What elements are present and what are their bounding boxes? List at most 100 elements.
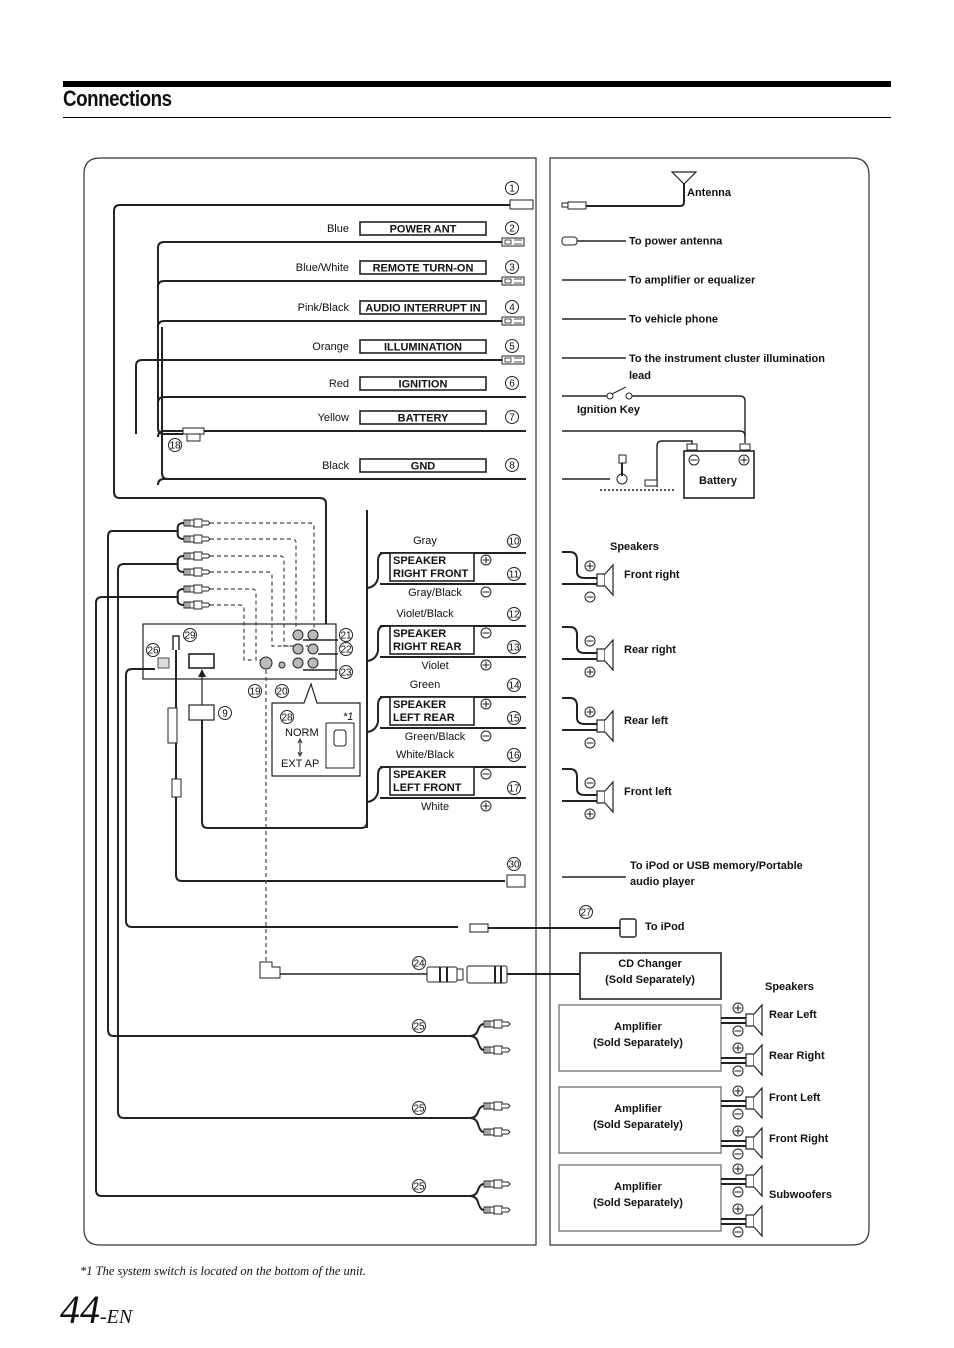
speaker-box-label: SPEAKER: [393, 555, 446, 567]
polarity-icon: [584, 635, 596, 647]
polarity-icon: [732, 1065, 744, 1077]
speaker-icon: [596, 710, 614, 742]
wire-color-label: Orange: [312, 341, 349, 353]
amplifier-label: Amplifier: [614, 1021, 662, 1033]
amp-speakers-title: Speakers: [765, 981, 814, 993]
fuse-holder: [182, 427, 205, 435]
speaker-icon: [596, 564, 614, 596]
polarity-icon: [732, 1163, 744, 1175]
svg-text:25: 25: [413, 1022, 425, 1033]
speaker-wire-color: Gray: [413, 535, 437, 547]
polarity-icon: [480, 800, 492, 812]
wire-color-label: Blue/White: [296, 262, 349, 274]
lead-connector-icon: [501, 237, 525, 247]
power-antenna-label: To power antenna: [629, 236, 723, 248]
polarity-icon: [732, 1085, 744, 1097]
speaker-wire-color: Violet: [421, 660, 448, 672]
speaker-label: Rear left: [624, 715, 668, 727]
page-number-suffix: -EN: [100, 1306, 133, 1328]
speaker-wire-color: Green: [410, 679, 441, 691]
polarity-icon: [480, 659, 492, 671]
jack-num-22: 22: [339, 642, 353, 656]
usb-plug-30: [506, 874, 526, 888]
ipod-usb-label-1: To iPod or USB memory/Portable: [630, 860, 803, 872]
rca-plug-icon: [483, 1127, 511, 1137]
svg-text:5: 5: [509, 342, 515, 353]
svg-text:9: 9: [222, 709, 228, 720]
lead-connector-icon: [501, 355, 525, 365]
speaker-icon: [745, 1127, 763, 1159]
speaker-label: Rear right: [624, 644, 676, 656]
speaker-box-label: SPEAKER: [393, 628, 446, 640]
lead-8: Black GND 8: [157, 458, 526, 486]
speaker-wire-color: White: [421, 801, 449, 813]
polarity-icon: [584, 777, 596, 789]
lead-3: Blue/White REMOTE TURN-ON 3: [157, 260, 525, 288]
lead-connector-icon: [501, 316, 525, 326]
lead-num-12: 12: [507, 607, 521, 621]
speakers-title: Speakers: [610, 541, 659, 553]
lead-connector-icon: [501, 276, 525, 286]
amp-speaker-label: Front Left: [769, 1092, 821, 1104]
lead-num-18: 18: [168, 438, 182, 452]
svg-text:7: 7: [509, 413, 515, 424]
svg-text:19: 19: [249, 687, 261, 698]
rca-plug-icon: [483, 1019, 511, 1029]
svg-text:28: 28: [281, 713, 293, 724]
amplifier-label: Amplifier: [614, 1181, 662, 1193]
lead-num-16: 16: [507, 748, 521, 762]
speaker-label: Front left: [624, 786, 672, 798]
lead-num-5: 5: [505, 339, 519, 353]
speaker-3: Front left: [562, 768, 672, 820]
antenna-plug-1: [509, 199, 534, 210]
lead-num-25: 25: [412, 1101, 426, 1115]
amp-speaker-label: Subwoofers: [769, 1189, 832, 1201]
svg-text:18: 18: [169, 441, 181, 452]
speaker-icon: [745, 1044, 763, 1076]
lead-num-25: 25: [412, 1019, 426, 1033]
polarity-icon: [732, 1042, 744, 1054]
jack-num-23: 23: [339, 665, 353, 679]
lead-4: Pink/Black AUDIO INTERRUPT IN 4: [157, 300, 525, 328]
speaker-icon: [596, 639, 614, 671]
ground-screw-icon: [616, 454, 628, 485]
rca-plug-icon: [483, 1101, 511, 1111]
svg-text:8: 8: [509, 461, 515, 472]
svg-text:21: 21: [340, 631, 352, 642]
speaker-wire-color: Green/Black: [405, 731, 466, 743]
to-ipod-label: To iPod: [645, 921, 685, 933]
illumination-label-1: To the instrument cluster illumination: [629, 353, 825, 365]
jack-num-20: 20: [275, 684, 289, 698]
speaker-lead-1: Violet/Black Violet SPEAKERRIGHT REAR 12 13: [366, 607, 526, 672]
polarity-icon: [732, 1025, 744, 1037]
speaker-wire-color: Violet/Black: [396, 608, 454, 620]
rca-dash-2: [210, 538, 297, 628]
svg-text:23: 23: [340, 668, 352, 679]
fuse-icon: [186, 433, 201, 442]
lead-num-7: 7: [505, 410, 519, 424]
jack-num-21: 21: [339, 628, 353, 642]
svg-text:14: 14: [508, 681, 520, 692]
speaker-lead-3: White/Black White SPEAKERLEFT FRONT 16 17: [366, 748, 526, 813]
polarity-icon: [732, 1203, 744, 1215]
svg-text:16: 16: [508, 751, 520, 762]
amplifier-0: Amplifier (Sold Separately) Rear Left Rear …: [558, 1002, 825, 1077]
ipod-dock-plug: [619, 918, 637, 938]
unit-rear-panel: [142, 623, 337, 680]
lead-num-4: 4: [505, 300, 519, 314]
amp-speaker-label: Rear Left: [769, 1009, 817, 1021]
cd-changer-plug: [259, 961, 281, 979]
speaker-box-label: RIGHT REAR: [393, 641, 462, 653]
lead-7: Yellow BATTERY 7: [157, 410, 526, 438]
lead-num-1: 1: [505, 181, 519, 195]
footnote-mark: *1: [80, 1264, 93, 1278]
lead-num-3: 3: [505, 260, 519, 274]
switch-norm-label: NORM: [285, 727, 319, 739]
polarity-icon: [480, 627, 492, 639]
jack-num-19: 19: [248, 684, 262, 698]
speaker-0: Front right: [562, 551, 680, 603]
lead-function-label: REMOTE TURN-ON: [373, 263, 474, 275]
amplifier-2: Amplifier (Sold Separately) Subwoofers: [558, 1163, 832, 1238]
lead-6: Red IGNITION 6: [157, 376, 526, 404]
ipod-plug-left: [469, 923, 489, 933]
